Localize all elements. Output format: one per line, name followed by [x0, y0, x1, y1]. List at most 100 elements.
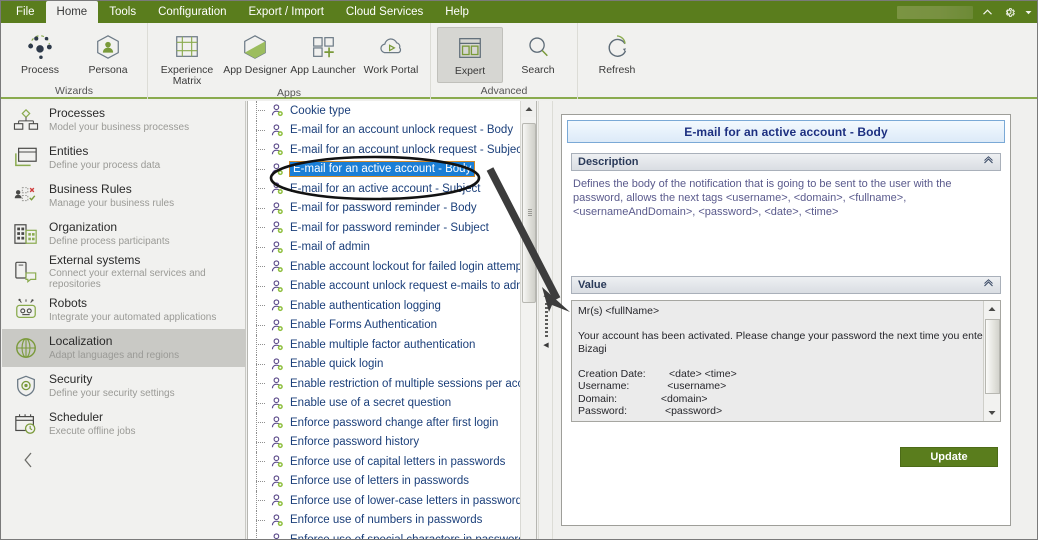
ribbon-group-advanced: Expert Search Advanced — [430, 23, 577, 99]
ribbon-group-apps-label: Apps — [277, 87, 301, 99]
tree-vertical-scrollbar[interactable] — [520, 101, 536, 539]
parameters-tree-list[interactable]: Cookie type E-mail for an account unlock … — [248, 101, 520, 539]
tree-item[interactable]: E-mail for an account unlock request - S… — [248, 140, 520, 160]
ribbon-button-refresh[interactable]: Refresh — [584, 27, 650, 83]
tree-connector-elbow — [256, 363, 265, 365]
parameter-person-icon — [270, 533, 285, 539]
tree-item-label: E-mail for an active account - Subject — [290, 182, 481, 195]
tree-item[interactable]: Enforce use of letters in passwords — [248, 471, 520, 491]
ribbon-button-expert[interactable]: Expert — [437, 27, 503, 83]
ribbon-button-refresh-label: Refresh — [598, 64, 636, 76]
ribbon-button-search[interactable]: Search — [505, 27, 571, 83]
menu-tab-cloud-services[interactable]: Cloud Services — [335, 1, 434, 23]
ribbon-button-work-portal[interactable]: Work Portal — [358, 27, 424, 83]
parameter-person-icon — [270, 279, 285, 293]
tree-item[interactable]: Enable Forms Authentication — [248, 315, 520, 335]
chevron-up-icon[interactable] — [983, 279, 994, 291]
menu-tab-file[interactable]: File — [5, 1, 46, 23]
value-textarea-content[interactable]: Mr(s) <fullName> Your account has been a… — [572, 301, 983, 421]
sidebar-item-localization[interactable]: Localization Adapt languages and regions — [2, 329, 245, 367]
tree-item[interactable]: Enforce use of numbers in passwords — [248, 510, 520, 530]
sidebar-item-robots[interactable]: Robots Integrate your automated applicat… — [2, 291, 245, 329]
ribbon-button-expert-label: Expert — [454, 65, 486, 77]
scroll-up-arrow-icon[interactable] — [521, 101, 536, 117]
tree-item-label: Enable use of a secret question — [290, 397, 452, 410]
menu-tab-help[interactable]: Help — [434, 1, 480, 23]
ribbon-group-wizards-label: Wizards — [55, 85, 93, 97]
ribbon-group-advanced-label: Advanced — [480, 85, 528, 97]
gear-icon[interactable] — [1002, 5, 1016, 19]
ribbon-button-app-designer[interactable]: App Designer — [222, 27, 288, 83]
tree-item[interactable]: Enable multiple factor authentication — [248, 335, 520, 355]
sidebar-item-localization-title: Localization — [49, 334, 113, 349]
parameter-person-icon — [270, 104, 285, 118]
scroll-down-arrow-icon[interactable] — [984, 405, 1000, 421]
value-scrollbar-thumb[interactable] — [985, 319, 1000, 394]
tree-item[interactable]: Enforce use of special characters in pas… — [248, 530, 520, 539]
tree-scrollbar-thumb[interactable] — [522, 123, 536, 303]
hexagon-designer-icon — [240, 31, 270, 63]
menu-tab-export-import[interactable]: Export / Import — [237, 1, 334, 23]
value-vertical-scrollbar[interactable] — [983, 301, 1000, 421]
parameter-person-icon — [270, 182, 285, 196]
tree-connector-elbow — [256, 129, 265, 131]
panel-splitter[interactable]: ◀ ◀ — [538, 101, 553, 539]
parameter-person-icon — [270, 162, 285, 176]
ribbon-button-app-launcher[interactable]: App Launcher — [290, 27, 356, 83]
tree-item[interactable]: Enable use of a secret question — [248, 393, 520, 413]
tree-item[interactable]: Enable restriction of multiple sessions … — [248, 374, 520, 394]
tree-item-label: E-mail for an account unlock request - B… — [290, 124, 514, 137]
value-textarea[interactable]: Mr(s) <fullName> Your account has been a… — [571, 300, 1001, 422]
tree-item-label: Cookie type — [290, 104, 351, 117]
tree-item[interactable]: Enable authentication logging — [248, 296, 520, 316]
tree-item[interactable]: Enforce password change after first logi… — [248, 413, 520, 433]
sidebar-item-processes[interactable]: Processes Model your business processes — [2, 101, 245, 139]
tree-connector-elbow — [256, 149, 265, 150]
description-section-header[interactable]: Description — [571, 153, 1001, 171]
menu-tab-tools[interactable]: Tools — [98, 1, 147, 23]
tree-connector-elbow — [256, 207, 265, 209]
menu-tab-home[interactable]: Home — [45, 1, 99, 23]
parameter-person-icon — [270, 221, 285, 235]
menu-tab-configuration[interactable]: Configuration — [147, 1, 237, 23]
ribbon-button-process[interactable]: Process — [7, 27, 73, 83]
scroll-up-arrow-icon[interactable] — [984, 301, 1000, 317]
ribbon-button-experience-matrix[interactable]: Experience Matrix — [154, 27, 220, 87]
tree-item[interactable]: Enable account lockout for failed login … — [248, 257, 520, 277]
tree-connector-elbow — [256, 519, 265, 521]
caret-down-icon[interactable] — [1024, 8, 1033, 17]
sidebar-item-security-title: Security — [49, 372, 93, 387]
tree-connector-elbow — [256, 344, 265, 345]
splitter-handle[interactable]: ◀ ◀ — [543, 283, 549, 359]
process-network-icon — [25, 31, 55, 63]
tree-item[interactable]: E-mail for password reminder - Body — [248, 198, 520, 218]
sidebar-item-security[interactable]: Security Define your security settings — [2, 367, 245, 405]
parameter-person-icon — [270, 201, 285, 215]
tree-item[interactable]: Enforce use of lower-case letters in pas… — [248, 491, 520, 511]
bizagi-studio-window: File Home Tools Configuration Export / I… — [0, 0, 1038, 540]
chevron-up-icon[interactable] — [983, 156, 994, 168]
tree-item[interactable]: E-mail for password reminder - Subject — [248, 218, 520, 238]
tree-item[interactable]: Enable account unlock request e-mails to… — [248, 276, 520, 296]
tree-item[interactable]: E-mail of admin — [248, 237, 520, 257]
tree-item[interactable]: Cookie type — [248, 101, 520, 121]
tree-item[interactable]: Enforce use of capital letters in passwo… — [248, 452, 520, 472]
ribbon-button-persona[interactable]: Persona — [75, 27, 141, 83]
value-section-header[interactable]: Value — [571, 276, 1001, 294]
parameter-person-icon — [270, 494, 285, 508]
sidebar-item-entities[interactable]: Entities Define your process data — [2, 139, 245, 177]
sidebar-item-business-rules[interactable]: Business Rules Manage your business rule… — [2, 177, 245, 215]
tree-item-label: Enforce use of capital letters in passwo… — [290, 455, 506, 468]
tree-item[interactable]: Enforce password history — [248, 432, 520, 452]
tree-item[interactable]: E-mail for an active account - Subject — [248, 179, 520, 199]
chevron-up-icon[interactable] — [981, 6, 994, 19]
sidebar-item-processes-subtitle: Model your business processes — [49, 121, 190, 133]
chevron-left-icon[interactable] — [8, 443, 48, 477]
tree-item[interactable]: Enable quick login — [248, 354, 520, 374]
sidebar-item-organization[interactable]: Organization Define process participants — [2, 215, 245, 253]
tree-item[interactable]: E-mail for an active account - Body — [248, 159, 520, 179]
sidebar-item-external-systems[interactable]: External systems Connect your external s… — [2, 253, 245, 291]
update-button[interactable]: Update — [900, 447, 998, 467]
tree-item[interactable]: E-mail for an account unlock request - B… — [248, 120, 520, 140]
sidebar-item-scheduler[interactable]: Scheduler Execute offline jobs — [2, 405, 245, 443]
